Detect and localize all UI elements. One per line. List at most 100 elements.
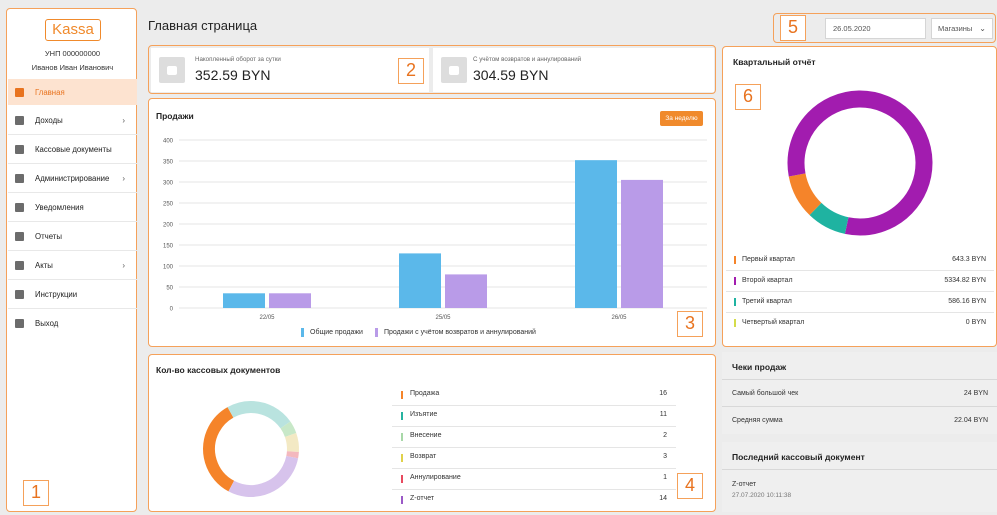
legend-net-label[interactable]: Продажи с учётом возвратов и аннулирован… (384, 329, 536, 336)
logout-icon (15, 318, 24, 328)
list-item: Второй квартал 5334.82 BYN (726, 271, 994, 292)
sidebar-item-label: Доходы (35, 115, 63, 125)
docs-title: Кол-во кассовых документов (156, 365, 281, 375)
sidebar-item-logout[interactable]: Выход (8, 310, 137, 336)
page-title: Главная страница (148, 18, 258, 33)
last-doc-name: Z-отчет (732, 481, 757, 488)
gear-icon (15, 289, 24, 299)
doc-value: 3 (663, 453, 667, 460)
quarter-value: 0 BYN (965, 319, 986, 326)
last-doc-row[interactable]: Z-отчет 27.07.2020 10:11:38 (722, 469, 997, 512)
quarter-slice-3[interactable] (785, 88, 935, 238)
receipts-title: Чеки продаж (732, 362, 787, 372)
quarter-card: Квартальный отчёт 6 Первый квартал 643.3… (722, 46, 997, 347)
annotation-3: 3 (677, 311, 703, 337)
quarter-slice-2[interactable] (785, 88, 935, 238)
y-tick-label: 400 (163, 139, 174, 145)
sidebar-item-label: Кассовые документы (35, 144, 112, 154)
shops-select[interactable]: Магазины ⌄ (931, 18, 993, 39)
cash-register-icon (159, 57, 185, 83)
sales-card: 0 50 100 150 200 250 300 350 400 22/05 25/05 26/05 … (148, 98, 716, 347)
receipt-label: Самый большой чек (732, 390, 799, 397)
receipt-value: 22.04 BYN (954, 417, 988, 424)
sidebar-item-income[interactable]: Доходы › (8, 107, 137, 133)
sidebar-item-label: Администрирование (35, 173, 110, 183)
y-tick-label: 0 (170, 307, 174, 313)
doc-value: 11 (659, 411, 667, 418)
list-item: Четвертый квартал 0 BYN (726, 313, 994, 334)
doc-value: 16 (659, 390, 667, 397)
last-doc-title: Последний кассовый документ (732, 452, 865, 462)
sidebar-item-label: Уведомления (35, 202, 84, 212)
sidebar-item-instructions[interactable]: Инструкции (8, 281, 137, 307)
receipt-value: 24 BYN (963, 390, 988, 397)
stat-net-value: 304.59 BYN (473, 67, 549, 83)
quarter-slice-1[interactable] (785, 88, 935, 238)
receipts-card: Чеки продаж Самый большой чек 24 BYN Сре… (722, 352, 997, 434)
doc-label: Внесение (410, 432, 442, 439)
sidebar: Kassa УНП 000000000 Иванов Иван Иванович… (6, 8, 137, 512)
doc-swatch (401, 496, 403, 504)
list-item: Продажа 16 (392, 385, 676, 406)
x-tick-label: 25/05 (435, 315, 451, 321)
bar-total[interactable] (575, 160, 617, 308)
y-tick-label: 300 (163, 181, 174, 187)
doc-swatch (401, 454, 403, 462)
list-item: Первый квартал 643.3 BYN (726, 250, 994, 271)
annotation-2: 2 (398, 58, 424, 84)
bar-net[interactable] (621, 179, 663, 308)
stat-accumulated: Накопленный оборот за сутки 352.59 BYN (151, 48, 429, 92)
stat-accumulated-value: 352.59 BYN (195, 67, 271, 83)
y-tick-label: 100 (163, 265, 174, 271)
sidebar-item-label: Инструкции (35, 289, 78, 299)
docs-donut (203, 401, 299, 497)
chevron-down-icon: ⌄ (979, 24, 986, 33)
x-tick-label: 22/05 (259, 315, 275, 321)
sidebar-item-notifications[interactable]: Уведомления (8, 194, 137, 220)
sidebar-item-acts[interactable]: Акты › (8, 252, 137, 278)
filters-bar: 5 26.05.2020 Магазины ⌄ (773, 13, 996, 43)
doc-value: 14 (659, 495, 667, 502)
sidebar-item-cash-documents[interactable]: Кассовые документы (8, 136, 137, 162)
date-picker[interactable]: 26.05.2020 (825, 18, 926, 39)
sales-title: Продажи (156, 111, 194, 121)
list-item: Z-отчет 14 (392, 490, 676, 511)
doc-swatch (401, 433, 403, 441)
user-icon (15, 173, 24, 183)
chevron-right-icon: › (122, 115, 125, 125)
doc-label: Возврат (410, 453, 437, 460)
annotation-5: 5 (780, 15, 806, 41)
legend-total-label[interactable]: Общие продажи (310, 329, 363, 336)
sidebar-item-label: Выход (35, 318, 59, 328)
bar-total[interactable] (399, 253, 441, 308)
quarter-value: 586.16 BYN (948, 298, 986, 305)
report-icon (15, 231, 24, 241)
doc-label: Продажа (410, 390, 440, 397)
list-item: Изъятие 11 (392, 406, 676, 427)
bar-net[interactable] (269, 293, 311, 308)
stat-accumulated-label: Накопленный оборот за сутки (195, 56, 281, 63)
bar-total[interactable] (223, 293, 265, 308)
bar-net[interactable] (445, 274, 487, 308)
quarter-donut (785, 88, 935, 238)
sales-legend: Общие продажи Продажи с учётом возвратов… (301, 328, 536, 337)
sidebar-item-reports[interactable]: Отчеты (8, 223, 137, 249)
legend-swatch-net (374, 328, 378, 337)
kassa-logo[interactable]: Kassa (45, 19, 101, 41)
list-item: Третий квартал 586.16 BYN (726, 292, 994, 313)
stats-row: Накопленный оборот за сутки 352.59 BYN 2… (148, 45, 716, 94)
sidebar-item-label: Главная (35, 87, 65, 97)
week-button[interactable]: За неделю (660, 111, 703, 126)
quarter-value: 5334.82 BYN (944, 277, 986, 284)
legend-swatch-total (301, 328, 304, 337)
quarter-swatch (734, 319, 736, 327)
bell-icon (15, 202, 24, 212)
sidebar-item-home[interactable]: Главная (8, 79, 137, 105)
doc-label: Аннулирование (410, 474, 461, 481)
doc-label: Z-отчет (410, 495, 435, 502)
sidebar-item-administration[interactable]: Администрирование › (8, 165, 137, 191)
y-tick-label: 150 (163, 244, 174, 250)
doc-swatch (401, 391, 403, 399)
quarter-swatch (734, 298, 736, 306)
y-tick-label: 250 (163, 202, 174, 208)
